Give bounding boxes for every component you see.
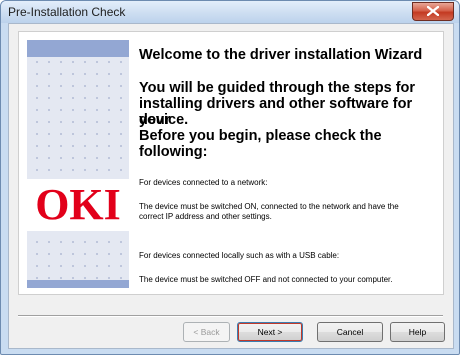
side-banner-top-band bbox=[27, 40, 129, 57]
oki-logo-text: OKI bbox=[35, 181, 121, 227]
cancel-button[interactable]: Cancel bbox=[317, 322, 383, 342]
back-button[interactable]: < Back bbox=[183, 322, 230, 342]
wizard-panel: OKI Welcome to the driver installation W… bbox=[18, 31, 444, 295]
side-banner-bottom-band bbox=[27, 280, 129, 288]
button-separator bbox=[18, 315, 443, 317]
dialog-body: OKI Welcome to the driver installation W… bbox=[8, 23, 454, 349]
guidance-line-3: device. bbox=[139, 112, 189, 128]
help-button[interactable]: Help bbox=[390, 322, 445, 342]
usb-desc: The device must be switched OFF and not … bbox=[139, 275, 393, 284]
title-bar[interactable]: Pre-Installation Check bbox=[1, 1, 459, 23]
guidance-line-4: Before you begin, please check the bbox=[139, 128, 382, 144]
guidance-line-1: You will be guided through the steps for bbox=[139, 80, 416, 96]
oki-logo: OKI bbox=[35, 181, 121, 227]
installer-window: Pre-Installation Check OKI Welcome to th… bbox=[0, 0, 460, 355]
side-banner: OKI bbox=[27, 40, 129, 288]
close-icon bbox=[427, 6, 439, 16]
close-button[interactable] bbox=[412, 2, 454, 21]
network-desc-line-1: The device must be switched ON, connecte… bbox=[139, 202, 399, 211]
network-desc-line-2: correct IP address and other settings. bbox=[139, 212, 272, 221]
welcome-heading: Welcome to the driver installation Wizar… bbox=[139, 47, 423, 63]
usb-title: For devices connected locally such as wi… bbox=[139, 251, 340, 260]
network-title: For devices connected to a network: bbox=[139, 178, 268, 187]
guidance-line-5: following: bbox=[139, 144, 208, 160]
next-button[interactable]: Next > bbox=[237, 322, 303, 342]
window-title: Pre-Installation Check bbox=[8, 5, 126, 19]
